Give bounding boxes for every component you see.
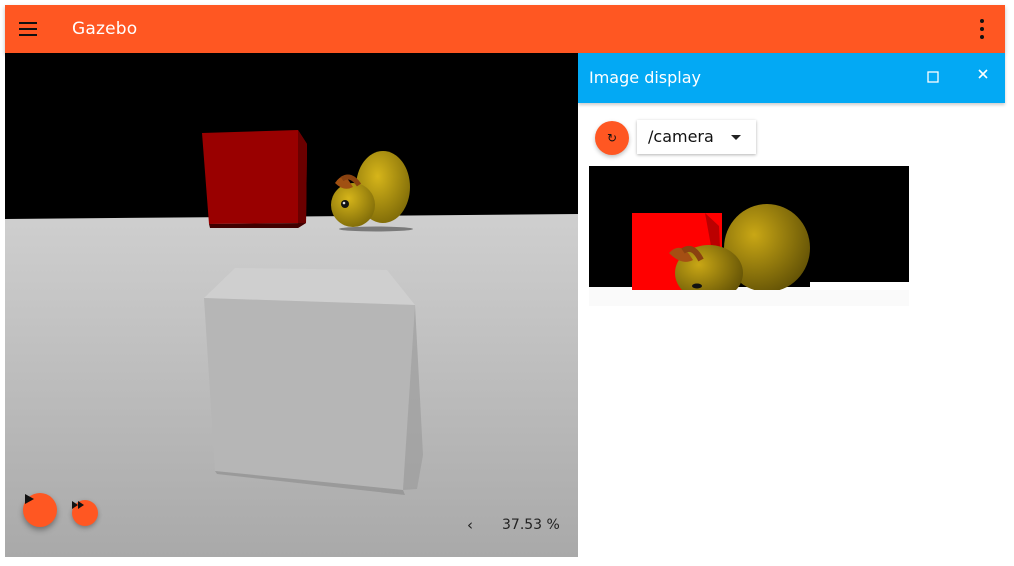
- top-app-bar: Gazebo: [5, 5, 1005, 53]
- hamburger-icon: [19, 22, 37, 24]
- real-time-factor: 37.53 %: [502, 517, 560, 533]
- 3d-scene-viewport[interactable]: ‹ 37.53 %: [5, 53, 579, 557]
- hamburger-icon-bar: [19, 34, 37, 36]
- camera-image: [589, 166, 909, 306]
- chevron-left-icon[interactable]: ‹: [467, 516, 473, 534]
- more-vert-icon-dot: [980, 27, 984, 31]
- more-vert-icon: [980, 19, 984, 23]
- fast-forward-icon: [72, 501, 84, 509]
- play-button[interactable]: [23, 493, 57, 527]
- arrow-drop-down-icon: [731, 135, 741, 140]
- more-vert-icon-dot: [980, 35, 984, 39]
- scene-render: [5, 53, 579, 557]
- app-title: Gazebo: [72, 19, 138, 39]
- panel-title: Image display: [589, 68, 702, 87]
- refresh-button[interactable]: ↻: [595, 121, 629, 155]
- red-box-model: [202, 130, 307, 228]
- close-icon: [978, 69, 988, 79]
- step-button[interactable]: [72, 500, 98, 526]
- gazebo-app: Gazebo ‹ 37.53 % Image display ↻ /camera: [5, 5, 1005, 557]
- topic-select[interactable]: /camera: [637, 120, 756, 154]
- image-display-panel: Image display ↻ /camera: [578, 53, 1005, 557]
- menu-button[interactable]: [17, 17, 41, 41]
- maximize-button[interactable]: [926, 69, 942, 85]
- maximize-icon: [927, 71, 939, 83]
- panel-header: Image display: [578, 53, 1005, 103]
- more-options-button[interactable]: [969, 17, 993, 41]
- camera-image-render: [589, 166, 909, 306]
- play-icon: [25, 494, 34, 504]
- refresh-icon: ↻: [606, 131, 618, 145]
- hamburger-icon-bar: [19, 28, 37, 30]
- close-button[interactable]: [974, 67, 992, 85]
- grey-box-model: [204, 268, 423, 495]
- topic-selected-value: /camera: [648, 127, 714, 146]
